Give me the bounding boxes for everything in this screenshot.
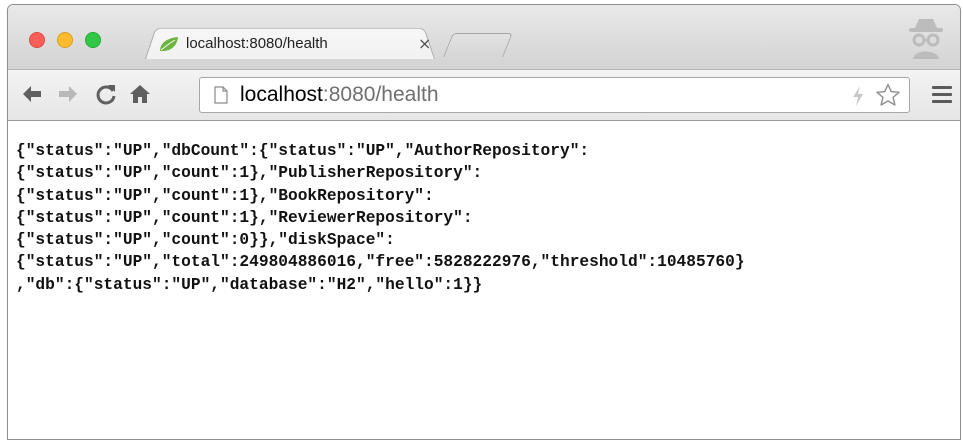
json-response: {"status":"UP","dbCount":{"status":"UP",… [16, 140, 745, 296]
json-line: {"status":"UP","count":1},"PublisherRepo… [16, 164, 483, 183]
browser-toolbar: localhost:8080/health [8, 69, 960, 121]
incognito-icon [909, 19, 943, 59]
page-content: {"status":"UP","dbCount":{"status":"UP",… [8, 121, 960, 439]
close-tab-icon[interactable]: × [418, 33, 431, 55]
back-arrow-icon[interactable] [20, 82, 44, 106]
bookmark-star-icon[interactable] [875, 83, 901, 107]
address-bar[interactable]: localhost:8080/health [199, 77, 910, 113]
browser-window: localhost:8080/health × localhost:8080/h… [7, 4, 961, 440]
url-path: :8080/health [322, 83, 439, 106]
page-icon [214, 86, 228, 104]
json-line: {"status":"UP","dbCount":{"status":"UP",… [16, 142, 590, 160]
hamburger-menu-icon[interactable] [932, 86, 952, 104]
menu-bar [932, 93, 952, 96]
tab-title: localhost:8080/health [186, 35, 328, 52]
json-line: {"status":"UP","count":0}},"diskSpace": [16, 231, 395, 250]
close-window-button[interactable] [29, 32, 45, 48]
json-line: ,"db":{"status":"UP","database":"H2","he… [16, 275, 483, 294]
zoom-window-button[interactable] [85, 32, 101, 48]
tab-active-content[interactable]: localhost:8080/health × [158, 29, 431, 59]
menu-bar [932, 86, 952, 89]
new-tab-button[interactable] [443, 33, 513, 57]
url-host: localhost [240, 83, 323, 106]
forward-arrow-icon[interactable] [56, 82, 80, 106]
minimize-window-button[interactable] [57, 32, 73, 48]
json-line: {"status":"UP","count":1},"BookRepositor… [16, 186, 434, 205]
url-text[interactable]: localhost:8080/health [240, 83, 439, 107]
reload-icon[interactable] [94, 82, 118, 106]
home-icon[interactable] [128, 82, 152, 106]
title-bar: localhost:8080/health × [8, 5, 960, 69]
json-line: {"status":"UP","count":1},"ReviewerRepos… [16, 208, 473, 227]
json-line: {"status":"UP","total":249804886016,"fre… [16, 253, 745, 272]
spring-leaf-icon [160, 37, 178, 51]
menu-bar [932, 100, 952, 103]
bolt-icon[interactable] [851, 86, 865, 106]
